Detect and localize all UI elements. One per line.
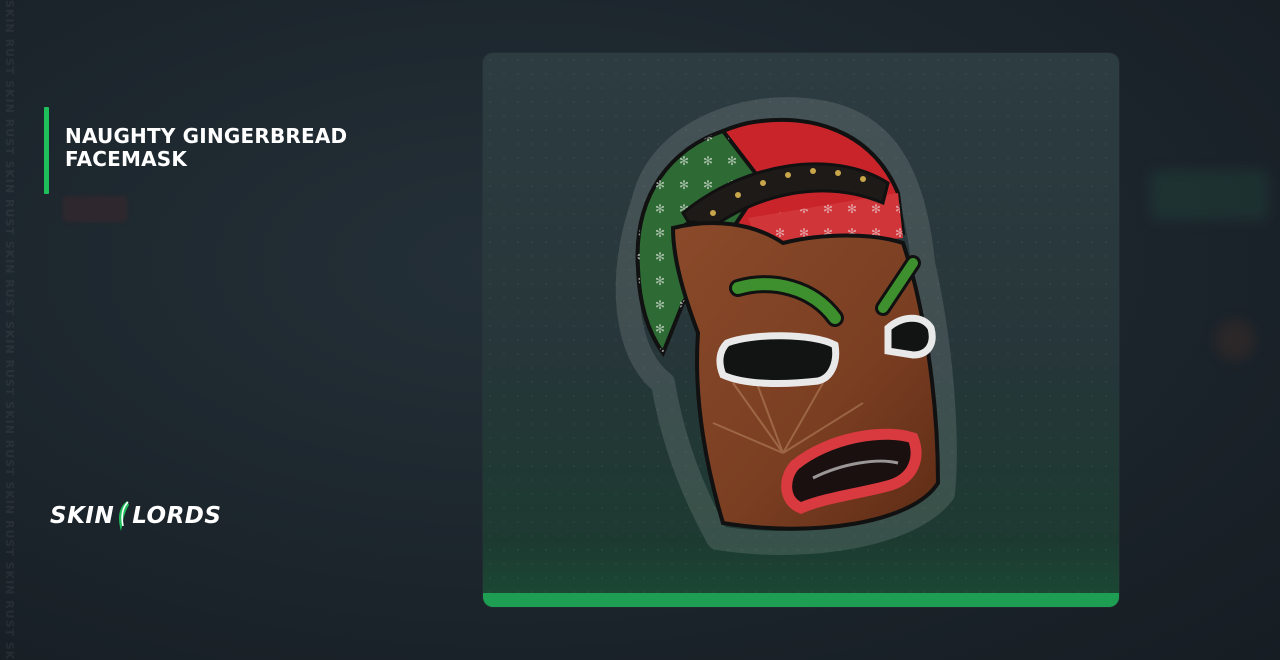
item-title: NAUGHTY GINGERBREAD FACEMASK [65, 125, 425, 194]
card-accent-bar [483, 593, 1119, 607]
facemask-image: ✻ [615, 97, 957, 555]
logo-text-left: SKIN [50, 503, 115, 529]
logo-swoosh-icon [119, 501, 130, 531]
item-title-line1: NAUGHTY GINGERBREAD [65, 124, 348, 148]
item-card: ✻ [483, 53, 1119, 607]
item-title-block: NAUGHTY GINGERBREAD FACEMASK [44, 107, 425, 194]
blurred-background-panel [1150, 170, 1268, 220]
side-watermark: SKIN RUST SKIN RUST SKIN RUST SKIN RUST … [3, 0, 16, 660]
skinlords-logo: SKIN LORDS [50, 499, 221, 533]
blurred-background-item [1215, 320, 1255, 360]
item-title-line2: FACEMASK [65, 147, 188, 171]
logo-text-right: LORDS [132, 503, 222, 529]
title-accent-bar [44, 107, 49, 194]
faded-tag [63, 196, 127, 222]
